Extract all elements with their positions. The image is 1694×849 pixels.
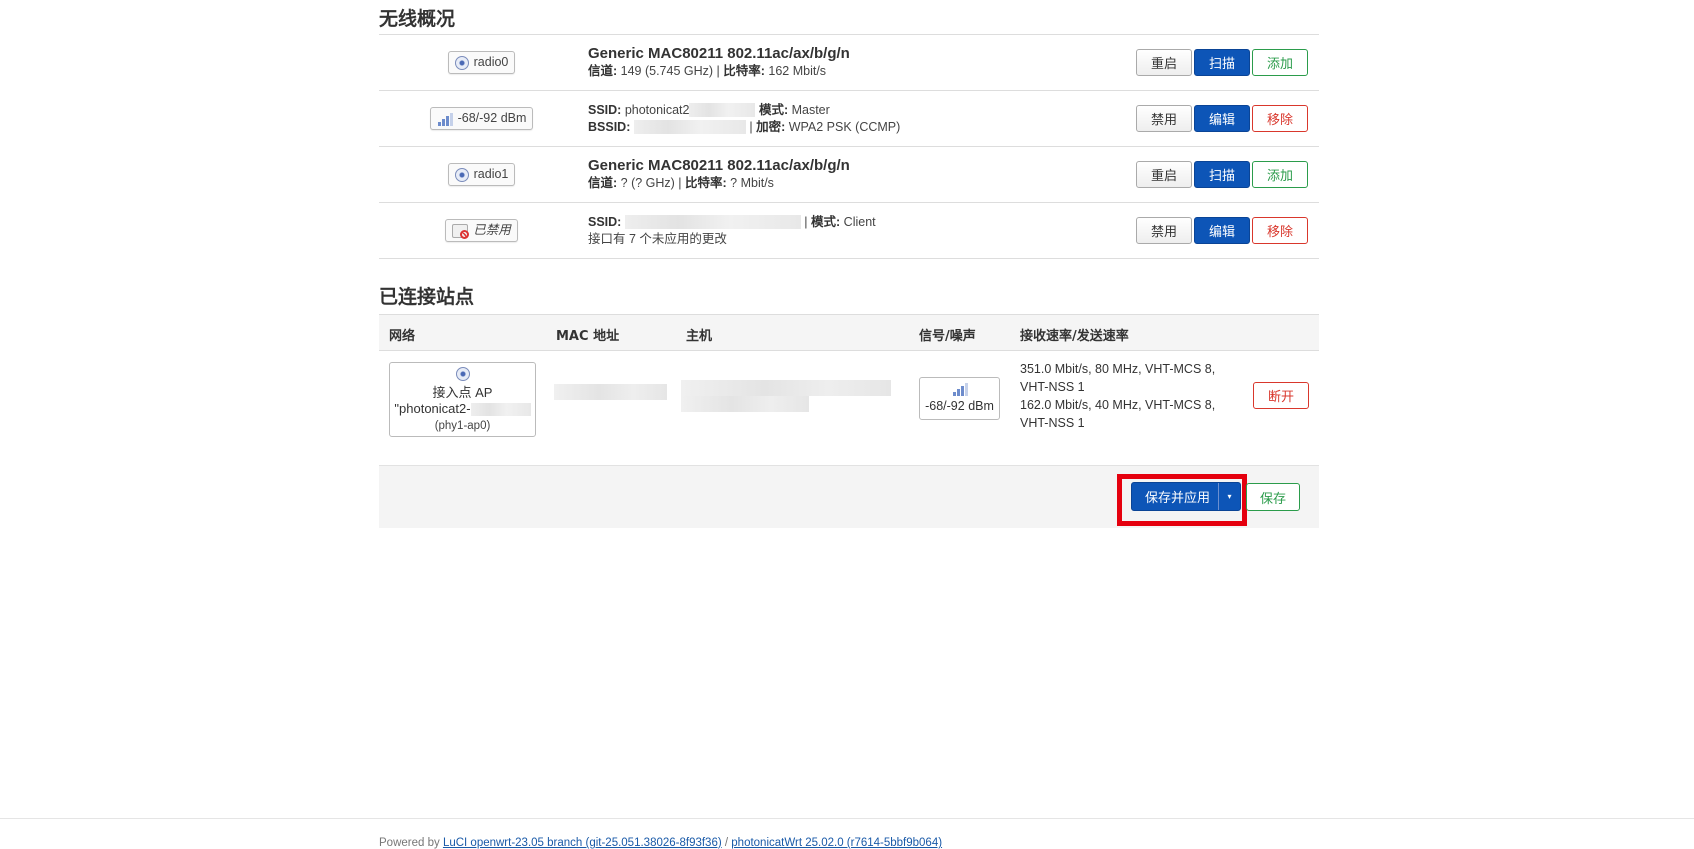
radio0-channel: 149 (5.745 GHz) |: [617, 64, 724, 78]
redacted-bssid: [633, 120, 746, 135]
wireless-overview-title: 无线概况: [379, 8, 456, 30]
edit-ap-button[interactable]: 编辑: [1194, 105, 1250, 132]
redacted-host: [681, 396, 809, 412]
pending-changes-link[interactable]: 接口有 7 个未应用的更改: [588, 231, 876, 248]
connected-stations-title: 已连接站点: [379, 286, 475, 308]
restart-radio0-button[interactable]: 重启: [1136, 49, 1192, 76]
stations-table: 网络 MAC 地址 主机 信号/噪声 接收速率/发送速率 接入点 AP "pho…: [379, 314, 1319, 463]
edit-client-button[interactable]: 编辑: [1194, 217, 1250, 244]
redacted-host: [681, 380, 891, 396]
overview-row-radio0: radio0 Generic MAC80211 802.11ac/ax/b/g/…: [379, 35, 1319, 91]
add-radio0-button[interactable]: 添加: [1252, 49, 1308, 76]
table-row: 接入点 AP "photonicat2- (phy1-ap0) -68/-92 …: [379, 351, 1319, 463]
highlight-box: [1117, 474, 1247, 526]
redacted-mac: [554, 384, 667, 400]
radio1-channel: ? (? GHz) |: [617, 176, 686, 190]
add-radio1-button[interactable]: 添加: [1252, 161, 1308, 188]
firmware-version-link[interactable]: photonicatWrt 25.02.0 (r7614-5bbf9b064): [731, 837, 942, 849]
ap-mode: Master: [788, 102, 830, 117]
network-badge: 接入点 AP "photonicat2- (phy1-ap0): [389, 362, 536, 437]
radio1-hardware: Generic MAC80211 802.11ac/ax/b/g/n: [588, 157, 850, 174]
overview-row-client-interface: 已禁用 SSID: | 模式: Client 接口有 7 个未应用的更改 禁用 …: [379, 203, 1319, 259]
radio-icon: [454, 55, 469, 70]
station-signal-badge: -68/-92 dBm: [919, 377, 1000, 420]
ap-ssid: photonicat2: [621, 102, 690, 117]
scan-radio1-button[interactable]: 扫描: [1194, 161, 1250, 188]
col-mac: MAC 地址: [556, 329, 620, 344]
radio-icon: [455, 367, 470, 381]
col-network: 网络: [389, 329, 416, 344]
luci-version-link[interactable]: LuCI openwrt-23.05 branch (git-25.051.38…: [443, 837, 722, 849]
redacted-ssid: [624, 215, 801, 230]
wireless-overview-table: radio0 Generic MAC80211 802.11ac/ax/b/g/…: [379, 34, 1319, 259]
disable-ap-button[interactable]: 禁用: [1136, 105, 1192, 132]
overview-row-radio1: radio1 Generic MAC80211 802.11ac/ax/b/g/…: [379, 147, 1319, 203]
col-signal: 信号/噪声: [919, 329, 976, 344]
radio0-hardware: Generic MAC80211 802.11ac/ax/b/g/n: [588, 45, 850, 62]
scan-radio0-button[interactable]: 扫描: [1194, 49, 1250, 76]
disconnect-button[interactable]: 断开: [1253, 382, 1309, 409]
radio1-bitrate: ? Mbit/s: [726, 176, 774, 190]
radio0-bitrate: 162 Mbit/s: [764, 64, 827, 78]
signal-strength-icon: [437, 112, 453, 126]
redacted-ssid: [689, 103, 756, 118]
disabled-icon: [452, 223, 470, 239]
page-actions-bar: 保存并应用 ▾ 保存: [379, 465, 1319, 528]
disable-client-button[interactable]: 禁用: [1136, 217, 1192, 244]
radio0-badge: radio0: [447, 51, 516, 74]
col-rates: 接收速率/发送速率: [1020, 329, 1129, 344]
signal-strength-icon: [952, 382, 968, 396]
footer: Powered by LuCI openwrt-23.05 branch (gi…: [0, 818, 1694, 849]
remove-client-button[interactable]: 移除: [1252, 217, 1308, 244]
radio-icon: [454, 167, 469, 182]
restart-radio1-button[interactable]: 重启: [1136, 161, 1192, 188]
client-mode: Client: [840, 214, 876, 229]
remove-ap-button[interactable]: 移除: [1252, 105, 1308, 132]
redacted-ssid: [470, 403, 531, 417]
col-host: 主机: [686, 329, 713, 344]
overview-row-ap-interface: -68/-92 dBm SSID: photonicat2 模式: Master…: [379, 91, 1319, 147]
disabled-badge: 已禁用: [445, 219, 518, 242]
station-rates: 351.0 Mbit/s, 80 MHz, VHT-MCS 8, VHT-NSS…: [1020, 362, 1216, 430]
ap-encryption: WPA2 PSK (CCMP): [785, 119, 901, 134]
stations-table-header: 网络 MAC 地址 主机 信号/噪声 接收速率/发送速率: [379, 314, 1319, 351]
save-button[interactable]: 保存: [1246, 483, 1300, 511]
signal-badge: -68/-92 dBm: [429, 107, 534, 130]
radio1-badge: radio1: [447, 163, 516, 186]
